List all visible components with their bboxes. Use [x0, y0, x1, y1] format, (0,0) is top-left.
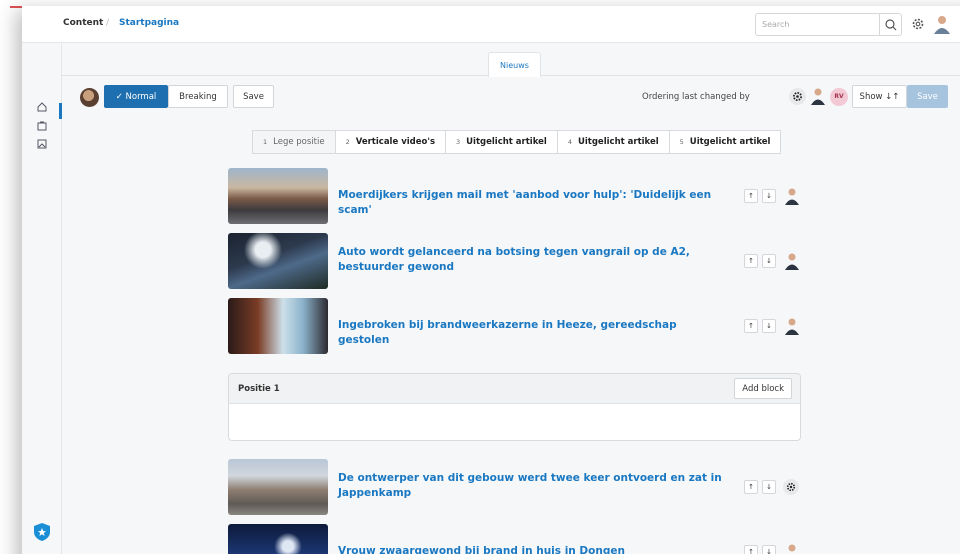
save-order-button[interactable]: Save [907, 85, 948, 108]
article-title[interactable]: Vrouw zwaargewond bij brand in huis in D… [338, 544, 728, 554]
save-button[interactable]: Save [233, 85, 274, 108]
article-title[interactable]: Ingebroken bij brandweerkazerne in Heeze… [338, 318, 728, 348]
move-up-button[interactable]: ↑ [744, 319, 758, 333]
shield-star-icon[interactable] [34, 523, 50, 541]
article-thumbnail [228, 233, 328, 289]
article-title[interactable]: Moerdijkers krijgen mail met 'aanbod voo… [338, 188, 728, 218]
position-tab-2[interactable]: 2 Verticale video's [336, 131, 446, 153]
article-row: Moerdijkers krijgen mail met 'aanbod voo… [228, 168, 808, 224]
position-block-header: Positie 1 Add block [229, 374, 800, 404]
tab-bar: Nieuws [62, 43, 960, 77]
search-button[interactable] [879, 13, 902, 36]
search-input[interactable]: Search [755, 13, 880, 36]
position-tab-3[interactable]: 3 Uitgelicht artikel [446, 131, 558, 153]
position-label: Uitgelicht artikel [689, 137, 771, 147]
article-row: Vrouw zwaargewond bij brand in huis in D… [228, 524, 808, 554]
author-avatar [785, 188, 799, 205]
article-thumbnail [228, 298, 328, 354]
position-tab-1[interactable]: 1 Lege positie [253, 131, 336, 153]
breadcrumb-separator: / [106, 18, 110, 28]
article-row: De ontwerper van dit gebouw werd twee ke… [228, 459, 808, 515]
user-avatar[interactable] [933, 14, 951, 34]
app-window: Content / Startpagina Search Nieuws ✓ No… [22, 6, 960, 554]
author-avatar [788, 544, 796, 552]
breadcrumb-startpagina[interactable]: Startpagina [119, 18, 179, 28]
position-block: Positie 1 Add block [228, 373, 801, 441]
position-number: 1 [263, 138, 268, 146]
search-icon [885, 19, 897, 31]
move-down-button[interactable]: ↓ [762, 480, 776, 494]
position-label: Uitgelicht artikel [577, 137, 659, 147]
article-thumbnail [228, 168, 328, 224]
move-down-button[interactable]: ↓ [762, 545, 776, 554]
author-avatar [785, 318, 799, 335]
move-up-button[interactable]: ↑ [744, 189, 758, 203]
article-thumbnail [228, 524, 328, 554]
position-block-title: Positie 1 [238, 384, 280, 394]
top-bar: Content / Startpagina Search [22, 6, 960, 43]
article-row: Ingebroken bij brandweerkazerne in Heeze… [228, 298, 808, 354]
position-number: 4 [567, 138, 572, 146]
position-label: Verticale video's [355, 137, 435, 147]
rv-avatar: RV [830, 88, 848, 106]
sidebar [22, 43, 62, 554]
add-block-button[interactable]: Add block [734, 378, 792, 399]
position-label: Lege positie [273, 137, 325, 147]
breaking-mode-button[interactable]: Breaking [168, 85, 228, 108]
positions-bar: 1 Lege positie 2 Verticale video's 3 Uitgel… [252, 130, 782, 154]
tab-nieuws[interactable]: Nieuws [488, 52, 541, 77]
normal-mode-button[interactable]: ✓ Normal [104, 85, 168, 108]
settings-gear-icon[interactable] [911, 17, 925, 31]
image-icon[interactable] [37, 139, 47, 149]
position-tab-5[interactable]: 5 Uitgelicht artikel [670, 131, 781, 153]
changer-avatar [811, 88, 825, 105]
normal-mode-label: Normal [125, 92, 157, 102]
breadcrumb-content[interactable]: Content [63, 18, 103, 28]
editor-avatar [80, 88, 99, 107]
show-sort-button[interactable]: Show ↓↑ [852, 85, 907, 108]
sidebar-active-indicator [59, 103, 62, 119]
move-up-button[interactable]: ↑ [744, 480, 758, 494]
ordering-last-changed-text: Ordering last changed by [642, 92, 750, 102]
article-title[interactable]: Auto wordt gelanceerd na botsing tegen v… [338, 245, 728, 275]
article-row: Auto wordt gelanceerd na botsing tegen v… [228, 233, 808, 289]
position-number: 3 [456, 138, 461, 146]
position-tab-4[interactable]: 4 Uitgelicht artikel [558, 131, 670, 153]
check-icon: ✓ [115, 92, 123, 102]
position-label: Uitgelicht artikel [466, 137, 547, 147]
move-down-button[interactable]: ↓ [762, 254, 776, 268]
author-avatar [785, 253, 799, 270]
home-icon[interactable] [37, 102, 47, 112]
system-gear-icon [789, 88, 806, 105]
article-thumbnail [228, 459, 328, 515]
position-number: 5 [679, 138, 684, 146]
move-down-button[interactable]: ↓ [762, 319, 776, 333]
media-icon[interactable] [37, 121, 47, 131]
system-gear-icon [783, 479, 799, 495]
position-number: 2 [345, 138, 350, 146]
move-down-button[interactable]: ↓ [762, 189, 776, 203]
move-up-button[interactable]: ↑ [744, 545, 758, 554]
move-up-button[interactable]: ↑ [744, 254, 758, 268]
article-title[interactable]: De ontwerper van dit gebouw werd twee ke… [338, 471, 728, 501]
